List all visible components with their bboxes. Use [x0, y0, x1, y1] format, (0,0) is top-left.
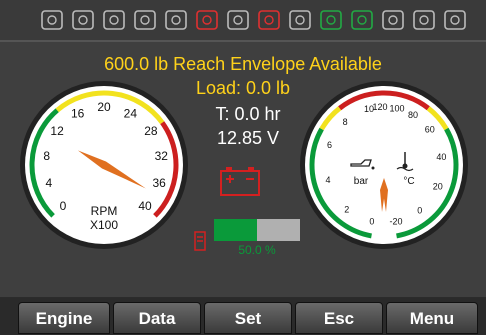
turtle-icon: [320, 10, 342, 30]
voltage-readout: 12.85 V: [216, 128, 280, 148]
temp-tick-label: 100: [390, 103, 405, 113]
status-icon-bar: [0, 0, 486, 42]
battery-icon: [72, 10, 94, 30]
warning-triangle-icon: [41, 10, 63, 30]
filter-icon: [413, 10, 435, 30]
temp-pressure-gauge: 2468100 -20020406080100120 bar °C: [300, 81, 468, 249]
hours-readout: T: 0.0 hr: [215, 104, 281, 124]
oil-can-icon: [196, 10, 218, 30]
rabbit-icon: [351, 10, 373, 30]
data-softkey[interactable]: Data: [113, 302, 201, 334]
fuel-pump-icon: [194, 231, 206, 251]
pressure-tick-label: 4: [325, 175, 330, 185]
fuel-icon: [444, 10, 466, 30]
battery-warning-icon: [220, 167, 260, 196]
rpm-tick-label: 4: [45, 176, 52, 190]
temp-tick-label: 60: [425, 124, 435, 134]
status-icons: [41, 10, 466, 30]
oil-pressure-icon: [103, 10, 125, 30]
rpm-tick-label: 8: [43, 149, 50, 163]
glow-plug-icon: [165, 10, 187, 30]
engine-icon: [134, 10, 156, 30]
rpm-tick-label: 24: [124, 106, 138, 120]
softkey-bar: Engine Data Set Esc Menu: [0, 298, 486, 334]
temp-unit-label: °C: [403, 176, 414, 187]
rpm-tick-label: 28: [144, 124, 158, 138]
temp-tick-label: 40: [436, 152, 446, 162]
rpm-tick-label: 40: [138, 199, 152, 213]
esc-softkey[interactable]: Esc: [295, 302, 383, 334]
rpm-tick-label: 16: [71, 106, 85, 120]
engine-softkey[interactable]: Engine: [18, 302, 110, 334]
brake-icon: [227, 10, 249, 30]
temp-tick-label: 20: [433, 182, 443, 192]
rpm-multiplier-label: X100: [90, 218, 118, 232]
rpm-gauge: 0481216 20 2428323640 RPM X100: [20, 81, 188, 249]
temp-tick-label: 0: [417, 206, 422, 216]
axle-lock-icon: [258, 10, 280, 30]
pressure-unit-label: bar: [354, 176, 369, 187]
temp-tick-label: 80: [408, 110, 418, 120]
temp-tick-label: 120: [372, 102, 387, 112]
max-load-icon: [382, 10, 404, 30]
fuel-level-bar: [214, 219, 300, 241]
pressure-tick-label: 0: [369, 217, 374, 227]
rpm-tick-label: 20: [97, 100, 111, 114]
rpm-label: RPM: [91, 204, 118, 218]
rpm-tick-label: 12: [50, 124, 64, 138]
set-softkey[interactable]: Set: [204, 302, 292, 334]
fuel-level-text: 50.0 %: [238, 243, 276, 257]
pressure-tick-label: 6: [327, 140, 332, 150]
rpm-tick-label: 36: [152, 176, 166, 190]
pressure-tick-label: 2: [344, 204, 349, 214]
reach-envelope-text: 600.0 lb Reach Envelope Available: [104, 54, 382, 74]
menu-softkey[interactable]: Menu: [386, 302, 478, 334]
hydraulic-warning-icon: [289, 10, 311, 30]
temp-tick-label: -20: [390, 217, 403, 227]
rpm-tick-label: 32: [155, 149, 169, 163]
fuel-level-fill: [214, 219, 257, 241]
rpm-tick-label: 0: [60, 199, 67, 213]
pressure-tick-label: 8: [343, 117, 348, 127]
